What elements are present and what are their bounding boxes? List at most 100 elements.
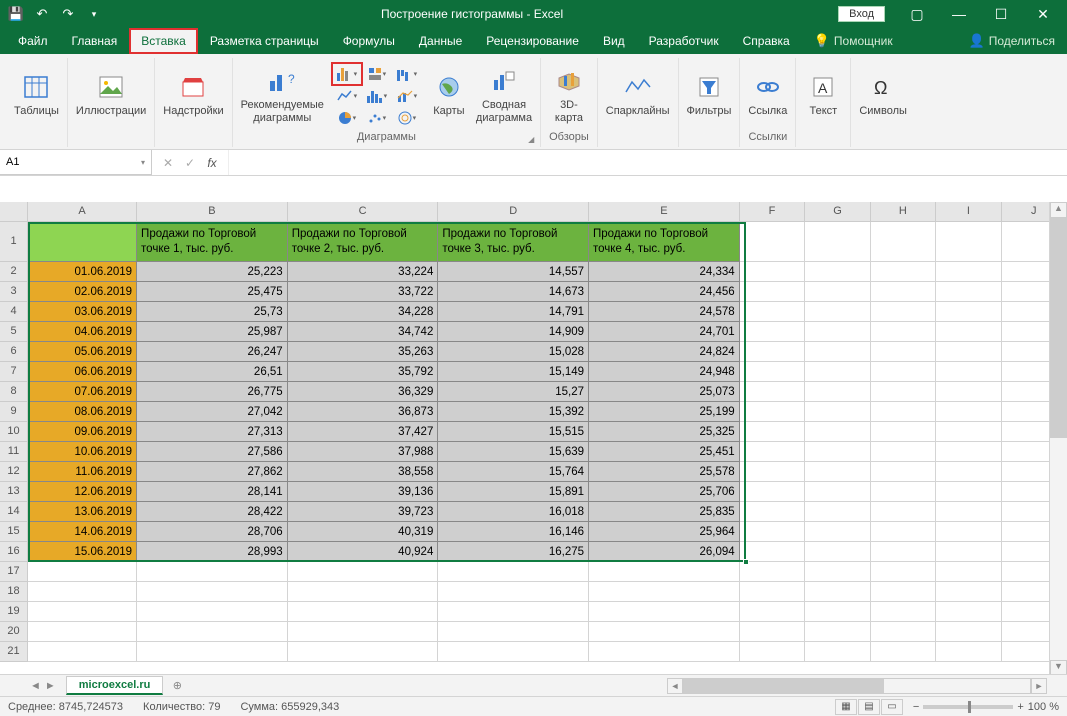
cell[interactable]: [740, 422, 805, 442]
cell[interactable]: 15.06.2019: [28, 542, 137, 562]
tab-view[interactable]: Вид: [591, 28, 637, 54]
view-normal-button[interactable]: ▦: [835, 699, 857, 715]
cell[interactable]: 15,515: [438, 422, 589, 442]
cell[interactable]: [589, 582, 740, 602]
view-page-layout-button[interactable]: ▤: [858, 699, 880, 715]
row-header[interactable]: 21: [0, 642, 28, 662]
cell[interactable]: 25,987: [137, 322, 288, 342]
cell[interactable]: [740, 362, 805, 382]
row-header[interactable]: 18: [0, 582, 28, 602]
cell[interactable]: [288, 622, 439, 642]
cell[interactable]: 34,228: [288, 302, 439, 322]
addins-button[interactable]: Надстройки: [163, 71, 223, 117]
cell[interactable]: [871, 542, 936, 562]
cell[interactable]: [28, 642, 137, 662]
cell[interactable]: [137, 642, 288, 662]
cell[interactable]: 15,764: [438, 462, 589, 482]
cell[interactable]: [871, 602, 936, 622]
cell[interactable]: 27,042: [137, 402, 288, 422]
cell[interactable]: 07.06.2019: [28, 382, 137, 402]
tell-me[interactable]: 💡Помощник: [802, 28, 905, 54]
cell[interactable]: [805, 462, 870, 482]
insert-column-chart-button[interactable]: [332, 63, 362, 85]
cell[interactable]: 26,51: [137, 362, 288, 382]
cell[interactable]: [805, 562, 870, 582]
cell[interactable]: [805, 602, 870, 622]
cell[interactable]: [438, 562, 589, 582]
cell[interactable]: 25,325: [589, 422, 740, 442]
cell[interactable]: [936, 602, 1001, 622]
cell[interactable]: Продажи по Торговой точке 4, тыс. руб.: [589, 222, 740, 262]
cell[interactable]: [805, 582, 870, 602]
cell[interactable]: [871, 402, 936, 422]
cell[interactable]: 15,891: [438, 482, 589, 502]
redo-icon[interactable]: ↷: [56, 3, 80, 25]
tab-page-layout[interactable]: Разметка страницы: [198, 28, 331, 54]
new-sheet-button[interactable]: ⊕: [167, 676, 187, 696]
cell[interactable]: [871, 582, 936, 602]
cell[interactable]: 24,948: [589, 362, 740, 382]
cell[interactable]: 25,199: [589, 402, 740, 422]
tab-data[interactable]: Данные: [407, 28, 474, 54]
cell[interactable]: [28, 582, 137, 602]
tab-review[interactable]: Рецензирование: [474, 28, 591, 54]
cell[interactable]: [288, 582, 439, 602]
cell[interactable]: 26,094: [589, 542, 740, 562]
text-button[interactable]: A Текст: [804, 71, 842, 117]
vertical-scrollbar[interactable]: ▲ ▼: [1049, 202, 1067, 676]
cell[interactable]: [936, 642, 1001, 662]
cell[interactable]: 11.06.2019: [28, 462, 137, 482]
cell[interactable]: 40,319: [288, 522, 439, 542]
cell[interactable]: [936, 482, 1001, 502]
row-header[interactable]: 1: [0, 222, 28, 262]
cell[interactable]: [936, 422, 1001, 442]
cell[interactable]: [28, 562, 137, 582]
row-header[interactable]: 5: [0, 322, 28, 342]
cell[interactable]: [871, 342, 936, 362]
sheet-nav-next-icon[interactable]: ►: [45, 680, 56, 692]
cell[interactable]: [871, 362, 936, 382]
cell[interactable]: [740, 442, 805, 462]
row-header[interactable]: 15: [0, 522, 28, 542]
insert-function-icon[interactable]: fx: [202, 156, 222, 170]
row-header[interactable]: 11: [0, 442, 28, 462]
qat-customize-icon[interactable]: ▾: [82, 3, 106, 25]
cell[interactable]: [936, 622, 1001, 642]
cell[interactable]: [805, 522, 870, 542]
sparklines-button[interactable]: Спарклайны: [606, 71, 670, 117]
cell[interactable]: 25,451: [589, 442, 740, 462]
cell[interactable]: 14,673: [438, 282, 589, 302]
filters-button[interactable]: Фильтры: [687, 71, 732, 117]
cell[interactable]: [740, 482, 805, 502]
cell[interactable]: [871, 442, 936, 462]
row-header[interactable]: 20: [0, 622, 28, 642]
row-header[interactable]: 14: [0, 502, 28, 522]
cell[interactable]: 15,639: [438, 442, 589, 462]
cell[interactable]: [805, 502, 870, 522]
cell[interactable]: [438, 622, 589, 642]
cell[interactable]: 24,701: [589, 322, 740, 342]
cell[interactable]: [589, 602, 740, 622]
zoom-in-button[interactable]: +: [1017, 701, 1023, 713]
hscroll-thumb[interactable]: [684, 679, 884, 693]
illustrations-button[interactable]: Иллюстрации: [76, 71, 146, 117]
cell[interactable]: 15,392: [438, 402, 589, 422]
zoom-slider[interactable]: [923, 705, 1013, 709]
cell[interactable]: [936, 282, 1001, 302]
cell[interactable]: 27,313: [137, 422, 288, 442]
cell[interactable]: 25,835: [589, 502, 740, 522]
cell[interactable]: [805, 482, 870, 502]
cell[interactable]: [871, 522, 936, 542]
share-button[interactable]: 👤Поделиться: [957, 28, 1067, 54]
cell[interactable]: [740, 542, 805, 562]
cell[interactable]: 25,475: [137, 282, 288, 302]
scroll-left-icon[interactable]: ◄: [667, 678, 683, 694]
cell[interactable]: 28,993: [137, 542, 288, 562]
cell[interactable]: 15,27: [438, 382, 589, 402]
cell[interactable]: [936, 582, 1001, 602]
cell[interactable]: 25,73: [137, 302, 288, 322]
cell[interactable]: [936, 562, 1001, 582]
maps-button[interactable]: Карты: [430, 71, 468, 117]
cell[interactable]: [936, 302, 1001, 322]
cell[interactable]: [805, 402, 870, 422]
